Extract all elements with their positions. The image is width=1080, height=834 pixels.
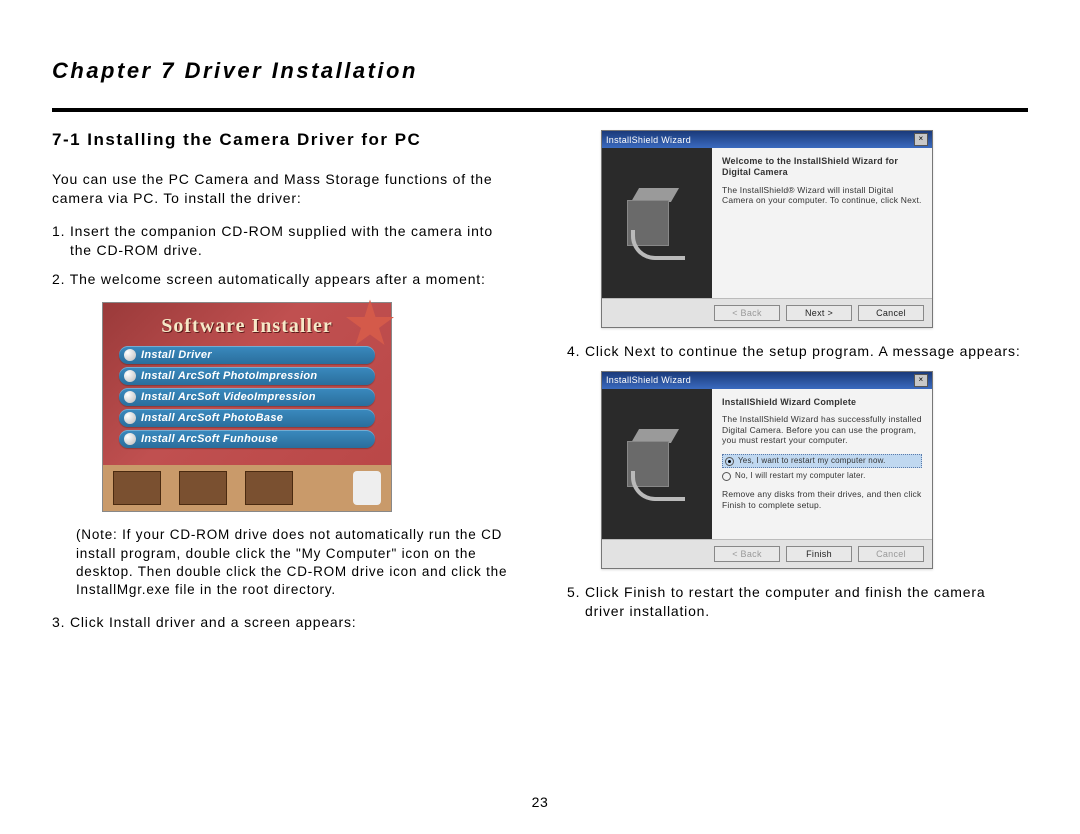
finish-button: Finish bbox=[786, 546, 852, 562]
radio-label: Yes, I want to restart my computer now. bbox=[738, 456, 886, 466]
next-button: Next > bbox=[786, 305, 852, 321]
cancel-button: Cancel bbox=[858, 305, 924, 321]
wizard-graphic bbox=[602, 148, 712, 298]
wizard-titlebar: InstallShield Wizard × bbox=[602, 372, 932, 389]
note-text: (Note: If your CD-ROM drive does not aut… bbox=[76, 526, 519, 599]
installer-item: Install ArcSoft PhotoBase bbox=[119, 409, 375, 427]
wizard-body-text: The InstallShield® Wizard will install D… bbox=[722, 185, 922, 206]
radio-restart-later: No, I will restart my computer later. bbox=[722, 471, 922, 481]
radio-dot-icon bbox=[722, 472, 731, 481]
install-wizard-complete: InstallShield Wizard × InstallShield Wiz… bbox=[601, 371, 933, 569]
divider bbox=[52, 108, 1028, 112]
wizard-title: InstallShield Wizard bbox=[606, 135, 691, 145]
installer-item: Install ArcSoft PhotoImpression bbox=[119, 367, 375, 385]
radio-restart-now: Yes, I want to restart my computer now. bbox=[722, 454, 922, 468]
wizard-body-text: The InstallShield Wizard has successfull… bbox=[722, 414, 922, 446]
installer-item: Install Driver bbox=[119, 346, 375, 364]
radio-dot-icon bbox=[725, 457, 734, 466]
close-icon: × bbox=[914, 374, 928, 387]
radio-label: No, I will restart my computer later. bbox=[735, 471, 866, 481]
wizard-graphic bbox=[602, 389, 712, 539]
back-button: < Back bbox=[714, 546, 780, 562]
installer-item: Install ArcSoft VideoImpression bbox=[119, 388, 375, 406]
step-4: 4. Click Next to continue the setup prog… bbox=[567, 342, 1028, 361]
thumb-icon bbox=[179, 471, 227, 505]
cancel-button: Cancel bbox=[858, 546, 924, 562]
installer-title: Software Installer bbox=[109, 315, 385, 338]
step-1: 1. Insert the companion CD-ROM supplied … bbox=[52, 222, 519, 260]
left-column: 7-1 Installing the Camera Driver for PC … bbox=[52, 130, 519, 642]
close-icon: × bbox=[914, 133, 928, 146]
exit-icon bbox=[353, 471, 381, 505]
step-3: 3. Click Install driver and a screen app… bbox=[52, 613, 519, 632]
section-title: 7-1 Installing the Camera Driver for PC bbox=[52, 130, 519, 150]
wizard-heading: InstallShield Wizard Complete bbox=[722, 397, 922, 408]
software-installer-screenshot: Software Installer Install Driver Instal… bbox=[102, 302, 392, 512]
wizard-titlebar: InstallShield Wizard × bbox=[602, 131, 932, 148]
right-column: InstallShield Wizard × Welcome to the In… bbox=[561, 130, 1028, 642]
installer-bottom bbox=[103, 465, 391, 511]
step-2: 2. The welcome screen automatically appe… bbox=[52, 270, 519, 289]
wizard-title: InstallShield Wizard bbox=[606, 375, 691, 385]
thumb-icon bbox=[113, 471, 161, 505]
wizard-body-text-2: Remove any disks from their drives, and … bbox=[722, 489, 922, 510]
thumb-icon bbox=[245, 471, 293, 505]
wizard-heading: Welcome to the InstallShield Wizard for … bbox=[722, 156, 922, 179]
page-number: 23 bbox=[0, 794, 1080, 810]
intro-text: You can use the PC Camera and Mass Stora… bbox=[52, 170, 519, 208]
step-5: 5. Click Finish to restart the computer … bbox=[567, 583, 1028, 621]
install-wizard-welcome: InstallShield Wizard × Welcome to the In… bbox=[601, 130, 933, 328]
chapter-title: Chapter 7 Driver Installation bbox=[52, 58, 1028, 90]
back-button: < Back bbox=[714, 305, 780, 321]
installer-item: Install ArcSoft Funhouse bbox=[119, 430, 375, 448]
